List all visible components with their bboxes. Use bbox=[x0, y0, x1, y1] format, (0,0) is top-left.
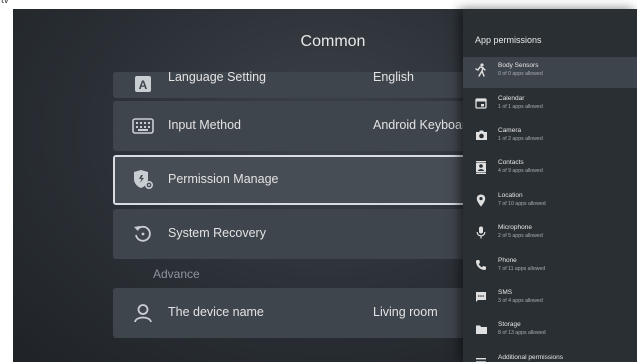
row-label: The device name bbox=[168, 305, 264, 319]
additional-permissions-icon bbox=[473, 354, 489, 362]
keyboard-icon bbox=[131, 114, 155, 138]
person-icon bbox=[131, 301, 155, 325]
section-label-advance: Advance bbox=[153, 267, 200, 281]
row-label: Language Setting bbox=[168, 70, 267, 84]
perm-item-phone[interactable]: Phone 7 of 11 apps allowed bbox=[463, 252, 637, 283]
perm-count: 3 of 4 apps allowed bbox=[498, 298, 543, 304]
perm-name: Contacts bbox=[498, 159, 524, 166]
perm-count: 7 of 10 apps allowed bbox=[498, 201, 546, 207]
row-label: Input Method bbox=[168, 118, 241, 132]
perm-count: 1 of 2 apps allowed bbox=[498, 136, 543, 142]
svg-text:A: A bbox=[139, 78, 148, 92]
location-icon bbox=[473, 192, 489, 208]
perm-name: Location bbox=[498, 192, 523, 199]
perm-item-storage[interactable]: Storage 8 of 13 apps allowed bbox=[463, 316, 637, 347]
perm-count: 8 of 13 apps allowed bbox=[498, 330, 546, 336]
perm-item-additional-permissions[interactable]: Additional permissions bbox=[463, 349, 637, 362]
body-sensors-icon bbox=[473, 62, 489, 78]
phone-icon bbox=[473, 257, 489, 273]
perm-item-body-sensors[interactable]: Body Sensors 0 of 0 apps allowed bbox=[463, 57, 637, 88]
perm-item-sms[interactable]: SMS 3 of 4 apps allowed bbox=[463, 284, 637, 315]
page-title: Common bbox=[300, 33, 366, 50]
sms-icon bbox=[473, 289, 489, 305]
perm-item-contacts[interactable]: Contacts 4 of 9 apps allowed bbox=[463, 154, 637, 185]
perm-name: Microphone bbox=[498, 224, 532, 231]
perm-name: Phone bbox=[498, 257, 517, 264]
perm-name: SMS bbox=[498, 289, 513, 296]
perm-name: Calendar bbox=[498, 95, 525, 102]
perm-name: Camera bbox=[498, 127, 522, 134]
row-value: Android Keyboard bbox=[373, 118, 474, 132]
perm-name: Body Sensors bbox=[498, 62, 539, 69]
perm-count: 2 of 5 apps allowed bbox=[498, 233, 543, 239]
perm-count: 7 of 11 apps allowed bbox=[498, 266, 546, 272]
row-value: Living room bbox=[373, 305, 438, 319]
perm-item-location[interactable]: Location 7 of 10 apps allowed bbox=[463, 187, 637, 218]
calendar-icon bbox=[473, 95, 489, 111]
microphone-icon bbox=[473, 224, 489, 240]
perm-item-microphone[interactable]: Microphone 2 of 5 apps allowed bbox=[463, 219, 637, 250]
perm-count: 4 of 9 apps allowed bbox=[498, 168, 543, 174]
row-label: Permission Manage bbox=[168, 172, 279, 186]
storage-icon bbox=[473, 321, 489, 337]
app-permissions-panel: App permissions Body Sensors 0 of 0 apps… bbox=[463, 9, 637, 362]
contacts-icon bbox=[473, 159, 489, 175]
perm-item-calendar[interactable]: Calendar 1 of 1 apps allowed bbox=[463, 90, 637, 121]
recovery-icon bbox=[131, 222, 155, 246]
language-icon: A bbox=[131, 72, 155, 96]
stray-label: tv bbox=[1, 0, 9, 6]
camera-icon bbox=[473, 127, 489, 143]
perm-name: Storage bbox=[498, 321, 521, 328]
permission-shield-icon bbox=[131, 168, 155, 192]
perm-name: Additional permissions bbox=[498, 354, 564, 361]
panel-title: App permissions bbox=[475, 35, 542, 45]
perm-count: 1 of 1 apps allowed bbox=[498, 104, 543, 110]
perm-count: 0 of 0 apps allowed bbox=[498, 71, 543, 77]
row-label: System Recovery bbox=[168, 226, 266, 240]
perm-item-camera[interactable]: Camera 1 of 2 apps allowed bbox=[463, 122, 637, 153]
row-value: English bbox=[373, 70, 414, 84]
